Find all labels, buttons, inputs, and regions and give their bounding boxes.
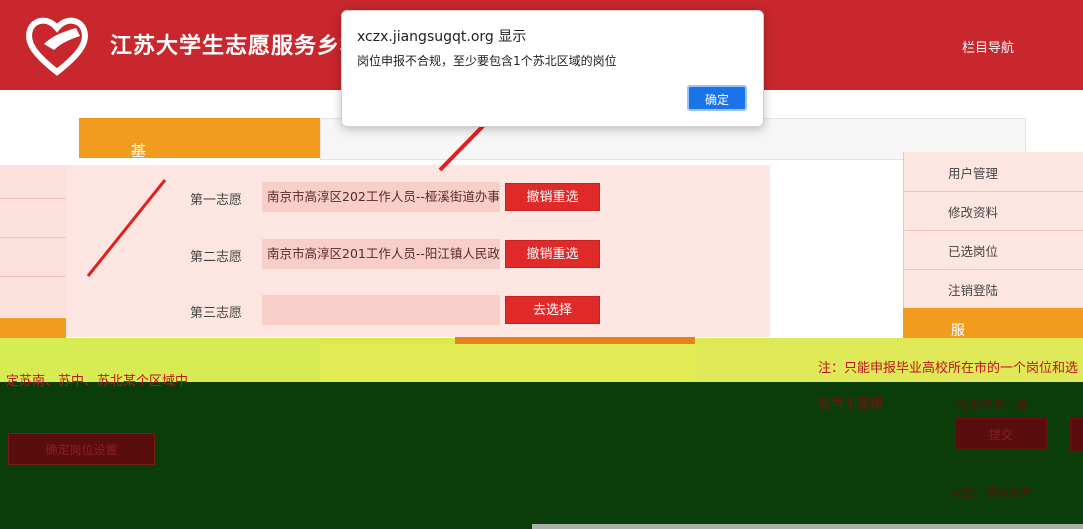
choice-2-label: 第二志愿	[190, 250, 243, 265]
note-text: 注：只能申报毕业高校所在市的一个岗位和选	[818, 361, 1079, 376]
user-menu: 用户管理 修改资料 已选岗位 注销登陆	[903, 152, 1083, 309]
note-text-continued: 能再个变填	[818, 397, 884, 412]
submit-button[interactable]: 提交	[955, 418, 1047, 450]
region-hint-text: 定苏南、苏中、苏北某个区域中	[6, 374, 189, 389]
choice-3-select-button[interactable]: 去选择	[505, 296, 600, 324]
menu-item-user-management[interactable]: 用户管理	[904, 152, 1083, 192]
nav-menu-label[interactable]: 栏目导航	[962, 37, 1014, 56]
menu-item-logout[interactable]: 注销登陆	[904, 269, 1083, 309]
dialog-message: 岗位申报不合规，至少要包含1个苏北区域的岗位	[357, 54, 617, 68]
choice-2-reset-button[interactable]: 撤销重选	[505, 240, 600, 268]
choice-1-label: 第一志愿	[190, 193, 243, 208]
menu-item-edit-profile[interactable]: 修改资料	[904, 191, 1083, 231]
choice-1-reset-button[interactable]: 撤销重选	[505, 183, 600, 211]
menu-item-selected-jobs[interactable]: 已选岗位	[904, 230, 1083, 270]
dialog-ok-button[interactable]: 确定	[687, 85, 747, 111]
left-side-panel	[0, 165, 67, 317]
status-text: 状态：确认资料	[950, 485, 1035, 499]
secondary-button[interactable]	[1070, 418, 1083, 452]
heart-hand-logo-icon	[24, 14, 90, 76]
render-artifact-dark-area	[0, 382, 1083, 529]
render-artifact-middle	[320, 344, 695, 382]
choice-panel: 第一志愿 南京市高淳区202工作人员--桠溪街道办事处 撤销重选 第二志愿 南京…	[66, 165, 770, 337]
choice-3-value	[262, 295, 500, 325]
site-title: 江苏大学生志愿服务乡村	[110, 33, 364, 59]
render-artifact-line	[532, 524, 1083, 529]
tab-service-unit[interactable]: ∷ 服务单位	[903, 308, 1083, 399]
notice-text: 志愿填写注意	[956, 398, 1029, 412]
alert-dialog: xczx.jiangsugqt.org 显示 岗位申报不合规，至少要包含1个苏北…	[341, 10, 764, 127]
confirm-positions-button[interactable]: 确定岗位设置	[8, 433, 155, 465]
choice-1-value: 南京市高淳区202工作人员--桠溪街道办事处	[262, 182, 500, 212]
dialog-title: xczx.jiangsugqt.org 显示	[357, 29, 527, 45]
tab-basic-info[interactable]: ∷ 基本信息	[79, 118, 320, 223]
left-orange-tab	[0, 318, 66, 338]
orange-strip	[455, 337, 695, 344]
choice-3-label: 第三志愿	[190, 306, 243, 321]
choice-2-value: 南京市高淳区201工作人员--阳江镇人民政府	[262, 239, 500, 269]
